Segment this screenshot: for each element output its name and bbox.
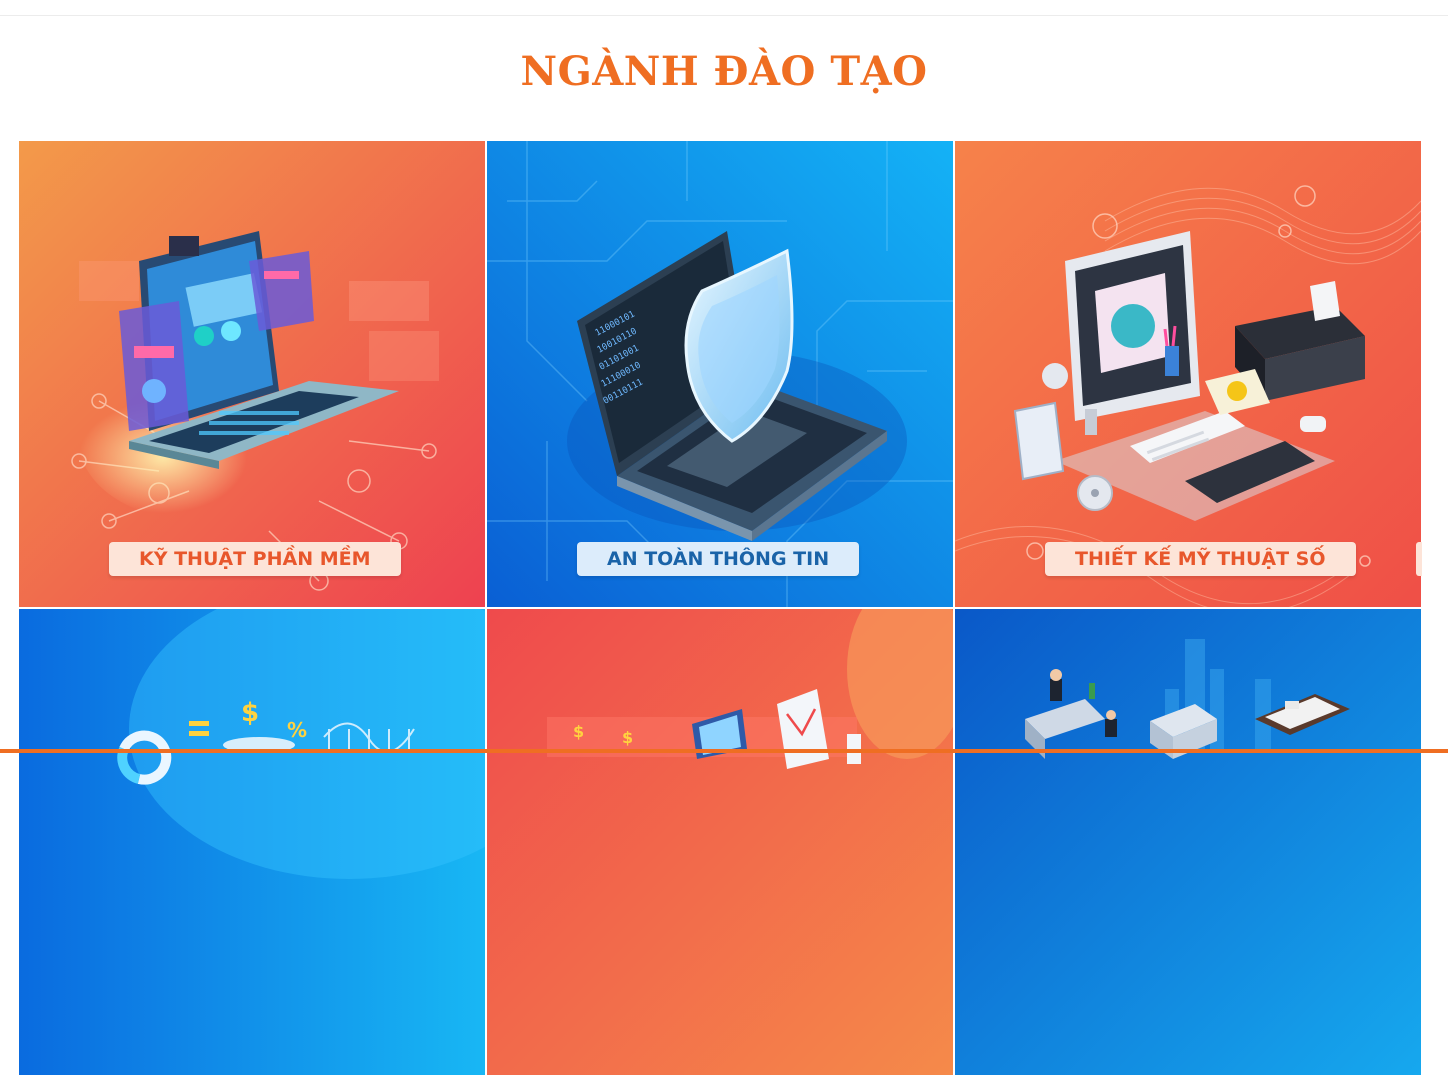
svg-text:$: $ — [573, 722, 584, 741]
program-grid: KỸ THUẬT PHẦN MỀM 11000101 10010110 0110… — [19, 141, 1429, 1075]
next-card-edge — [1416, 542, 1422, 576]
program-label: KỸ THUẬT PHẦN MỀM — [109, 542, 401, 576]
marketing-laptop-icon: $ $ — [487, 609, 953, 1075]
program-label: THIẾT KẾ MỸ THUẬT SỐ — [1045, 542, 1356, 576]
program-card-4[interactable]: $ % — [19, 609, 485, 1075]
program-card-5[interactable]: $ $ — [487, 609, 953, 1075]
finance-chart-icon: $ % — [19, 609, 485, 1075]
program-card-6[interactable] — [955, 609, 1421, 1075]
program-card-digital-art-design[interactable]: THIẾT KẾ MỸ THUẬT SỐ — [955, 141, 1421, 607]
svg-text:%: % — [287, 718, 307, 742]
design-workstation-icon — [955, 141, 1421, 607]
laptop-dashboard-icon — [19, 141, 485, 607]
section-title: NGÀNH ĐÀO TẠO — [520, 48, 928, 95]
bottom-accent-bar — [0, 749, 1448, 753]
program-label: AN TOÀN THÔNG TIN — [577, 542, 860, 576]
program-card-software-engineering[interactable]: KỸ THUẬT PHẦN MỀM — [19, 141, 485, 607]
hotel-building-icon — [955, 609, 1421, 1075]
header-divider — [0, 15, 1448, 16]
shield-laptop-icon: 11000101 10010110 01101001 11100010 0011… — [487, 141, 953, 607]
svg-text:$: $ — [241, 698, 259, 728]
svg-text:$: $ — [622, 728, 633, 747]
program-card-information-security[interactable]: 11000101 10010110 01101001 11100010 0011… — [487, 141, 953, 607]
